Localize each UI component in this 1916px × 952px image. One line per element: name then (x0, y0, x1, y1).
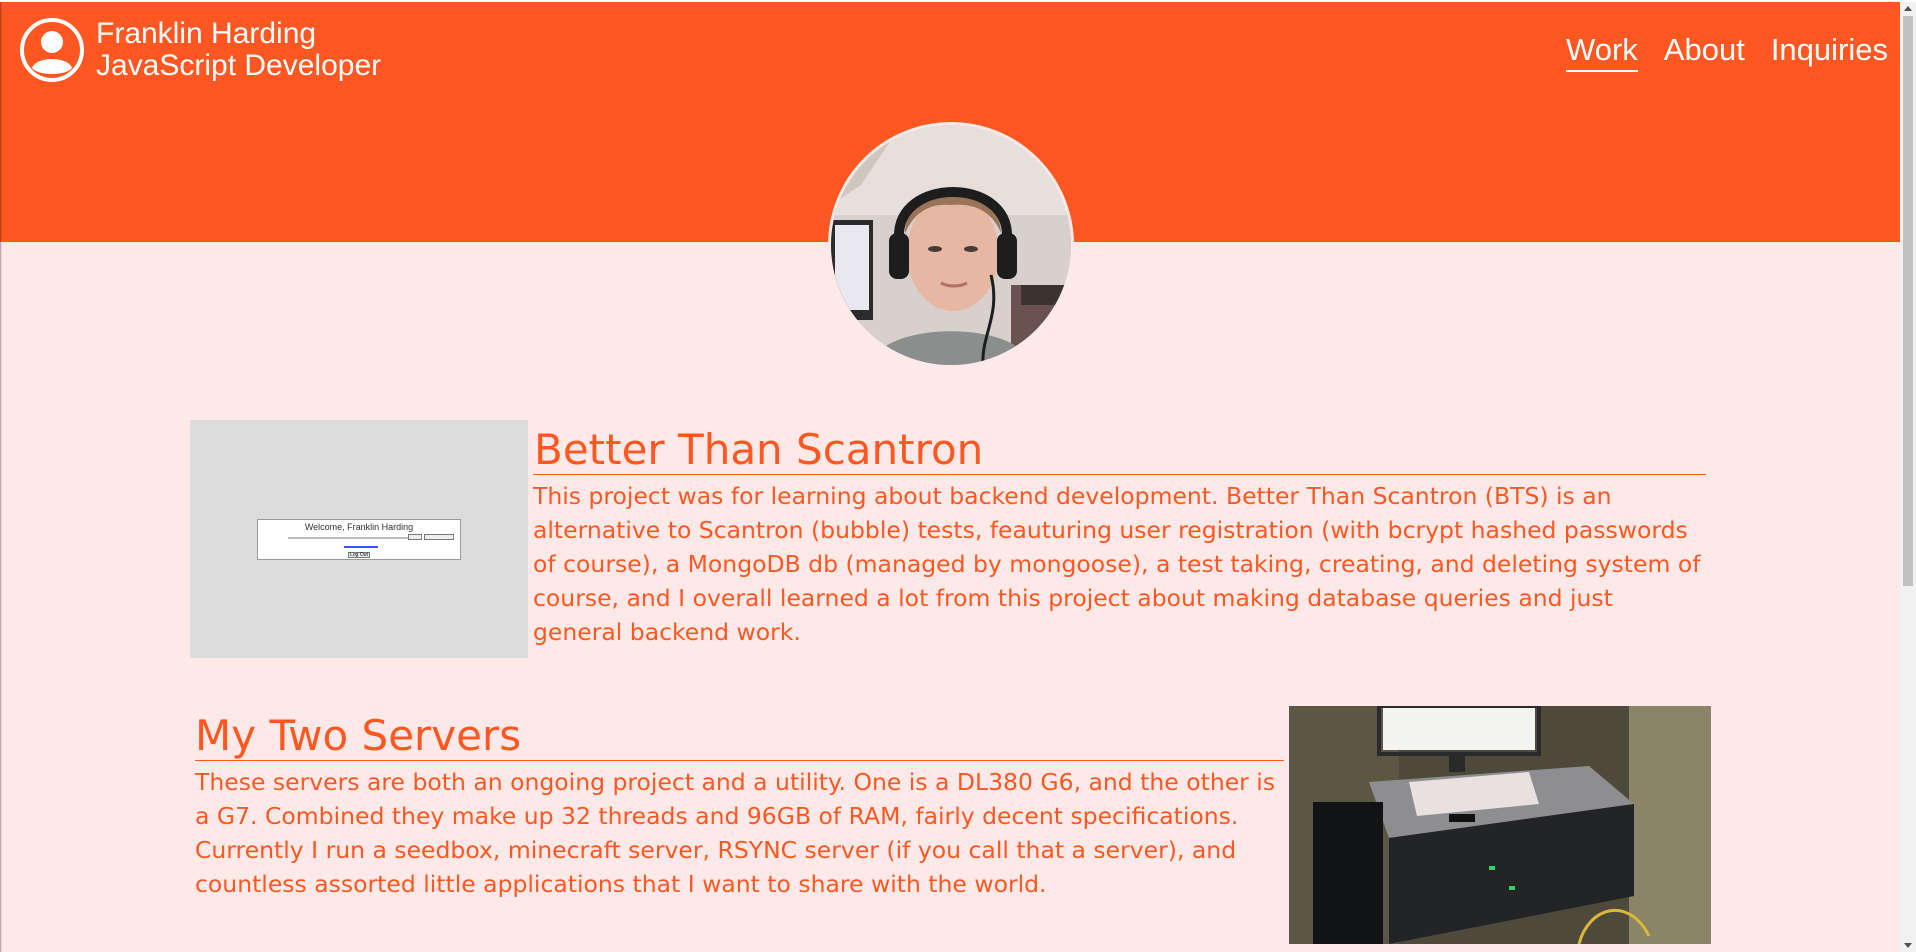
bts-screenshot-link (344, 546, 378, 548)
scroll-down-arrow-icon[interactable] (1904, 943, 1912, 948)
project-description: This project was for learning about back… (533, 482, 1701, 646)
project-screenshot-bts: Welcome, Franklin Harding Log Out (190, 420, 528, 658)
nav-work[interactable]: Work (1566, 32, 1638, 72)
brand[interactable]: Franklin Harding JavaScript Developer (20, 18, 381, 82)
bts-screenshot-input (288, 537, 408, 539)
nav-inquiries[interactable]: Inquiries (1771, 32, 1888, 72)
scrollbar-thumb[interactable] (1903, 16, 1913, 586)
brand-text: Franklin Harding JavaScript Developer (96, 18, 381, 82)
site-owner-role: JavaScript Developer (96, 49, 382, 82)
project-servers: My Two Servers These servers are both an… (195, 712, 1284, 901)
user-avatar-icon (20, 18, 84, 82)
servers-photo-image (1289, 706, 1711, 944)
bts-screenshot-small-button (408, 534, 422, 540)
bts-screenshot-button (424, 534, 454, 540)
bts-screenshot-logout: Log Out (348, 552, 370, 558)
bts-screenshot-card: Welcome, Franklin Harding Log Out (257, 519, 461, 560)
vertical-scrollbar[interactable] (1900, 2, 1916, 952)
scroll-up-arrow-icon[interactable] (1904, 6, 1912, 11)
window-left-shadow (0, 2, 2, 952)
project-description: These servers are both an ongoing projec… (195, 768, 1276, 898)
page: Franklin Harding JavaScript Developer Wo… (0, 0, 1916, 952)
site-owner-name: Franklin Harding (96, 17, 317, 50)
project-bts: Better Than Scantron This project was fo… (533, 426, 1706, 649)
profile-photo-image (831, 125, 1071, 365)
project-title: Better Than Scantron (533, 426, 1706, 475)
nav-about[interactable]: About (1664, 32, 1745, 72)
main-nav: Work About Inquiries (1566, 32, 1888, 72)
profile-photo (828, 122, 1074, 368)
project-title: My Two Servers (195, 712, 1284, 761)
bts-screenshot-caption: Welcome, Franklin Harding (304, 522, 414, 532)
project-photo-servers (1289, 706, 1711, 944)
